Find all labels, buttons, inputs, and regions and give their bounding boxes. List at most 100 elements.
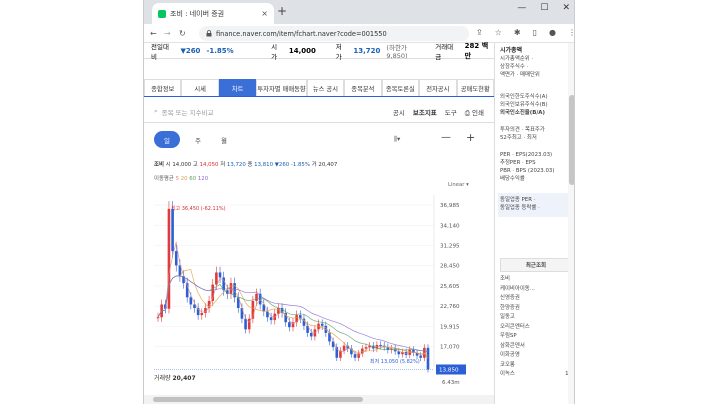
recent-view-header[interactable]: 최근조회 [500,258,572,272]
ci-open-label: 시 [165,162,171,168]
candle-body [167,208,171,309]
tab-overview[interactable]: 종합정보 [144,79,182,96]
market-cap-heading: 시가총액 [500,47,523,54]
candle-body [189,297,193,305]
search-placeholder: 종목 또는 지수비교 [161,109,214,117]
sidepanel-icon[interactable]: ▯ [533,28,537,37]
recent-item[interactable]: 케이비아이동...5 [500,285,572,295]
volume-axis-label: 6.43m [442,380,460,386]
url-field[interactable]: finance.naver.com/item/fchart.naver?code… [199,26,469,41]
ci-vol-label: 거 [311,162,317,168]
page-content: 전일대비 ▼260 -1.85% 시가 14,000 저가 13,720 (하한… [144,42,574,404]
url-text: finance.naver.com/item/fchart.naver?code… [216,29,387,38]
ci-low-label: 저 [220,162,226,168]
rp-item: 동일업종 등락률 · [500,205,540,211]
candlestick-type-icon[interactable]: ⫼▾ [394,135,400,144]
rp-item: 외국인한도주식수(A) [500,94,548,100]
zoom-in-button[interactable]: + [466,131,475,144]
current-price-label: 13,850 [439,367,459,373]
indicators-button[interactable]: 보조지표 [413,107,437,118]
ci-low: 13,720 [226,162,246,168]
y-tick-label: 28,450 [440,264,460,270]
chart-toolbar: ⌕ 종목 또는 지수비교 공시 보조지표 도구 ⎙ 인쇄 [144,101,494,123]
maximize-button[interactable]: ☐ [540,3,548,13]
search-icon: ⌕ [154,107,158,115]
limit-down: (하한가 9,850) [386,43,408,60]
tab-discussion[interactable]: 종목토론실 [381,79,420,96]
tab-chart[interactable]: 차트 [218,79,257,96]
printer-icon: ⎙ [464,109,470,117]
tab-quotes[interactable]: 시세 [181,79,219,96]
tab-disclosure[interactable]: 전자공시 [419,79,457,96]
recent-item[interactable]: 삼화콘덴서4 [500,342,572,352]
forward-button[interactable]: → [164,29,171,38]
recent-item-name: 삼화콘덴서 [500,342,525,349]
rp-item: 투자의견 · 목표주가 [500,127,545,133]
h-scroll-thumb[interactable] [153,397,363,402]
scale-label: Linear [448,182,465,188]
right-info-panel: 시가총액 시가총액순위 · 상장주식수 · 액면가 · 매매단위 외국인한도주식… [494,43,574,404]
recent-item[interactable]: 한양증권1 [500,304,572,314]
back-button[interactable]: ← [150,29,157,38]
profile-avatar[interactable]: ● [549,28,556,37]
low-value: 13,720 [353,46,381,55]
horizontal-scrollbar[interactable] [144,395,494,404]
reload-button[interactable]: ↻ [179,29,186,38]
tab-analysis[interactable]: 종목분석 [344,79,382,96]
tab-investor-trends[interactable]: 투자자별 매매동향 [256,79,307,96]
ci-vol: 20,407 [318,162,338,168]
v-scroll-thumb[interactable] [569,95,574,185]
candle-body [240,308,244,319]
menu-icon[interactable]: ⋮ [568,28,574,37]
recent-item-name: 이녹스 [500,371,515,377]
stock-tabs: 종합정보 시세 차트 투자자별 매매동향 뉴스 공시 종목분석 종목토론실 전자… [144,79,494,97]
candle-body [215,272,218,285]
recent-item[interactable]: 코오롱1 [500,361,572,371]
extensions-icon[interactable]: ✱ [514,28,521,37]
y-tick-label: 17,070 [440,345,460,351]
address-bar-row: ← → ↻ finance.naver.com/item/fchart.nave… [144,24,574,43]
ma-60: 60 [189,176,197,182]
tab-news[interactable]: 뉴스 공시 [306,79,345,96]
minimize-button[interactable]: — [517,3,526,13]
share-icon[interactable]: ⇪ [476,28,483,37]
recent-item[interactable]: 오리콘엔터스1 [500,323,572,333]
tools-button[interactable]: 도구 [445,107,457,118]
rp-item: 동일업종 PER · [500,197,536,203]
chart-tools: 공시 보조지표 도구 ⎙ 인쇄 [393,107,484,118]
moving-average-legend: 이동평균 5 20 60 120 [154,174,208,182]
disclosure-button[interactable]: 공시 [393,107,405,118]
recent-item[interactable]: 신영증권1 [500,294,572,304]
recent-item[interactable]: 이녹스16 [500,370,572,380]
close-tab-icon[interactable]: × [261,9,268,18]
ci-change: ▼260 -1.85% [274,162,310,168]
vertical-scrollbar[interactable] [568,43,574,404]
period-month-button[interactable]: 월 [221,135,227,145]
ma-label: 이동평균 [154,176,174,182]
candle-body [288,322,291,328]
new-tab-button[interactable]: + [277,4,287,18]
close-window-button[interactable]: ✕ [562,3,570,13]
tab-short-selling[interactable]: 공매도현황 [456,79,494,96]
candle-body [269,317,273,321]
recent-item-name: 오리콘엔터스 [500,323,530,330]
recent-item-name: 조비 [500,276,510,282]
recent-item[interactable]: 이화공영1 [500,351,572,361]
recent-item-name: 신영증권 [500,295,520,301]
ma-120: 120 [197,176,209,182]
browser-tab[interactable]: 조비 : 네이버 증권 × [152,3,274,24]
recent-item-name: 코오롱 [500,361,515,368]
recent-item[interactable]: 조비1 [500,275,572,285]
print-button[interactable]: ⎙ 인쇄 [465,107,484,118]
period-day-button[interactable]: 일 [154,131,180,148]
recent-item[interactable]: 일동고 [500,313,572,323]
compare-search[interactable]: ⌕ 종목 또는 지수비교 [154,107,214,117]
y-tick-label: 25,605 [440,284,460,290]
zoom-out-button[interactable]: — [441,132,451,143]
period-week-button[interactable]: 주 [195,135,201,145]
recent-item[interactable]: 우림SP [500,332,572,342]
price-chart[interactable]: 36,985 34,140 31,295 28,450 25,605 22,760 19,9… [144,191,494,379]
scale-selector[interactable]: Linear ▾ [448,182,469,188]
volume-label: 거래량 [154,375,171,382]
bookmark-star-icon[interactable]: ☆ [495,28,502,37]
